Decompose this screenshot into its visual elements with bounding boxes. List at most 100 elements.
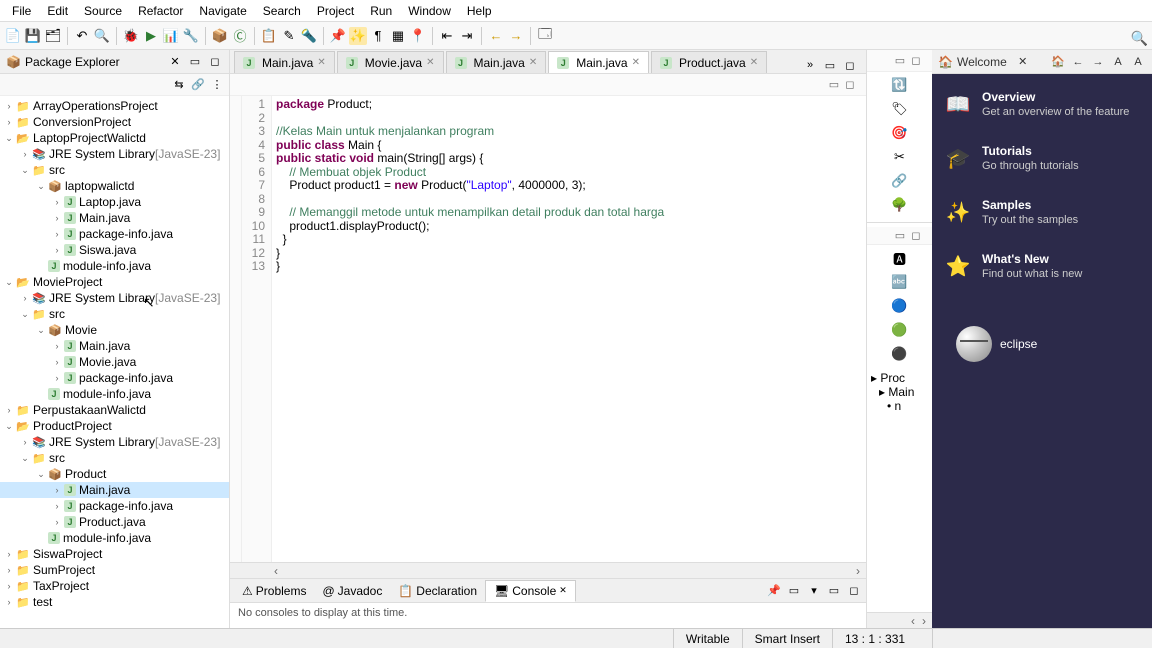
bottom-tab-declaration[interactable]: 📋Declaration	[390, 581, 485, 601]
twisty-icon[interactable]: ›	[52, 245, 62, 255]
quick-access-icon[interactable]: 🔍	[1131, 30, 1148, 47]
twisty-icon[interactable]: ›	[52, 373, 62, 383]
new-package-icon[interactable]: 📦	[211, 27, 229, 45]
tree-item[interactable]: ›TaxProject	[0, 578, 229, 594]
outline-sort-icon[interactable]: 🔃	[891, 76, 909, 94]
twisty-icon[interactable]: ›	[4, 405, 14, 415]
bottom-tab-console[interactable]: 🖥Console✕	[485, 580, 576, 602]
close-tab-icon[interactable]: ✕	[750, 57, 758, 68]
twisty-icon[interactable]: ⌄	[4, 421, 14, 431]
welcome-card[interactable]: 📖OverviewGet an overview of the feature	[944, 90, 1140, 118]
back-icon[interactable]: ←	[487, 27, 505, 45]
tree-item[interactable]: ›ArrayOperationsProject	[0, 98, 229, 114]
twisty-icon[interactable]: ⌄	[36, 325, 46, 335]
tree-item[interactable]: ›SumProject	[0, 562, 229, 578]
close-tab-icon[interactable]: ✕	[317, 57, 325, 68]
outline-max-icon[interactable]: ◻	[908, 53, 924, 69]
new-class-icon[interactable]: Ⓒ	[231, 27, 249, 45]
debug-icon[interactable]: 🐞	[122, 27, 140, 45]
welcome-card[interactable]: ✨SamplesTry out the samples	[944, 198, 1140, 226]
outline-d-icon[interactable]: 🟢	[891, 321, 909, 339]
twisty-icon[interactable]: ›	[4, 117, 14, 127]
block-icon[interactable]: ▦	[389, 27, 407, 45]
tree-item[interactable]: ›Siswa.java	[0, 242, 229, 258]
twisty-icon[interactable]: ›	[20, 149, 30, 159]
tree-item[interactable]: ⌄Movie	[0, 322, 229, 338]
twisty-icon[interactable]: ›	[52, 517, 62, 527]
code-editor[interactable]: package Product; //Kelas Main untuk menj…	[272, 96, 866, 562]
bottom-tab-javadoc[interactable]: @Javadoc	[314, 581, 390, 601]
twisty-icon[interactable]: ›	[4, 565, 14, 575]
twisty-icon[interactable]: ›	[52, 357, 62, 367]
save-icon[interactable]: 💾	[24, 27, 42, 45]
tree-item[interactable]: ›Laptop.java	[0, 194, 229, 210]
menu-run[interactable]: Run	[362, 1, 400, 21]
tree-item[interactable]: ›Main.java	[0, 338, 229, 354]
maximize-editor-icon[interactable]: ◻	[842, 77, 858, 93]
outline-focus-icon[interactable]: 🎯	[891, 124, 909, 142]
project-tree[interactable]: ›ArrayOperationsProject›ConversionProjec…	[0, 96, 229, 628]
outline-tree-icon[interactable]: 🌳	[891, 196, 909, 214]
minimize-console-icon[interactable]: ▭	[826, 583, 842, 599]
outline-min2-icon[interactable]: ▭	[892, 228, 908, 244]
twisty-icon[interactable]	[36, 389, 46, 399]
outline-c-icon[interactable]: 🔵	[891, 297, 909, 315]
twisty-icon[interactable]	[36, 533, 46, 543]
console-new-icon[interactable]: ▾	[806, 583, 822, 599]
welcome-home-icon[interactable]: 🏠	[1050, 54, 1066, 70]
coverage-icon[interactable]: 📊	[162, 27, 180, 45]
tree-item[interactable]: ›ConversionProject	[0, 114, 229, 130]
next-annotation-icon[interactable]: ⇥	[458, 27, 476, 45]
tabs-overflow-icon[interactable]: »	[802, 57, 818, 73]
open-task-icon[interactable]: 📋	[260, 27, 278, 45]
horizontal-scrollbar[interactable]: ‹›	[230, 562, 866, 578]
new-icon[interactable]: 📄	[4, 27, 22, 45]
outline-link-icon[interactable]: 🔗	[891, 172, 909, 190]
tree-item[interactable]: ›Main.java	[0, 210, 229, 226]
twisty-icon[interactable]: ›	[52, 341, 62, 351]
tree-item[interactable]: ⌄src	[0, 162, 229, 178]
menu-help[interactable]: Help	[459, 1, 500, 21]
folding-ruler[interactable]	[230, 96, 242, 562]
tree-item[interactable]: ⌄laptopwalictd	[0, 178, 229, 194]
tree-item[interactable]: ›JRE System Library [JavaSE-23]	[0, 290, 229, 306]
tree-item[interactable]: ›package-info.java	[0, 226, 229, 242]
welcome-reduce-icon[interactable]: A	[1110, 54, 1126, 70]
toggle-icon[interactable]: ✎	[280, 27, 298, 45]
outline-filter-icon[interactable]: ✂	[891, 148, 909, 166]
tree-item[interactable]: ›package-info.java	[0, 370, 229, 386]
menu-window[interactable]: Window	[400, 1, 459, 21]
prev-annotation-icon[interactable]: ⇤	[438, 27, 456, 45]
editor-tab[interactable]: Movie.java✕	[337, 51, 444, 73]
outline-scrollbar[interactable]: ‹›	[867, 612, 932, 628]
link-editor-icon[interactable]: 🔗	[190, 77, 206, 93]
twisty-icon[interactable]: ⌄	[20, 165, 30, 175]
twisty-icon[interactable]: ⌄	[20, 309, 30, 319]
tree-item[interactable]: module-info.java	[0, 530, 229, 546]
close-tab-icon[interactable]: ✕	[529, 57, 537, 68]
twisty-icon[interactable]: ›	[52, 197, 62, 207]
twisty-icon[interactable]	[36, 261, 46, 271]
outline-hide-fields-icon[interactable]: 🏷	[891, 100, 909, 118]
tree-item[interactable]: ⌄src	[0, 306, 229, 322]
twisty-icon[interactable]: ⌄	[4, 277, 14, 287]
welcome-card[interactable]: 🎓TutorialsGo through tutorials	[944, 144, 1140, 172]
console-pin-icon[interactable]: 📌	[766, 583, 782, 599]
tree-item[interactable]: ›Movie.java	[0, 354, 229, 370]
close-tab-icon[interactable]: ✕	[426, 57, 434, 68]
tree-item[interactable]: module-info.java	[0, 386, 229, 402]
close-tab-icon[interactable]: ✕	[632, 57, 640, 68]
tree-item[interactable]: ⌄src	[0, 450, 229, 466]
pin-icon[interactable]: 📌	[329, 27, 347, 45]
minimize-editor-icon[interactable]: ▭	[822, 57, 838, 73]
menu-file[interactable]: File	[4, 1, 39, 21]
editor-tab[interactable]: Main.java✕	[548, 51, 649, 73]
minimize-editor-icon[interactable]: ▭	[826, 77, 842, 93]
welcome-fwd-icon[interactable]: →	[1090, 54, 1106, 70]
twisty-icon[interactable]: ›	[4, 101, 14, 111]
outline-e-icon[interactable]: ⚫	[891, 345, 909, 363]
bottom-tab-problems[interactable]: ⚠Problems	[234, 581, 314, 601]
tree-item[interactable]: ›package-info.java	[0, 498, 229, 514]
menu-source[interactable]: Source	[76, 1, 130, 21]
welcome-enlarge-icon[interactable]: A	[1130, 54, 1146, 70]
